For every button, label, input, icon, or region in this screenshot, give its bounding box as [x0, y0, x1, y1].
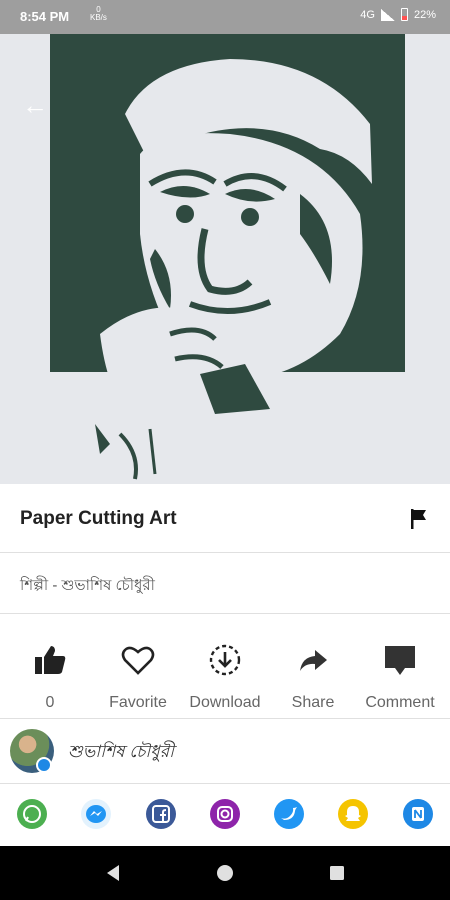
share-label: Share	[291, 694, 335, 711]
paper-cut-portrait	[0, 34, 450, 484]
share-arrow-icon	[295, 642, 331, 678]
download-icon	[207, 642, 243, 678]
favorite-label: Favorite	[109, 694, 167, 711]
snapchat-icon[interactable]	[338, 799, 368, 829]
thumbs-up-icon	[32, 642, 68, 678]
status-time: 8:54 PM	[20, 9, 70, 24]
post-description: শিল্পী - শুভাশিষ চৌধুরী	[20, 577, 155, 594]
notes-icon[interactable]	[403, 799, 433, 829]
status-bar: 8:54 PM 0 KB/s 4G 22%	[0, 0, 450, 34]
flag-icon[interactable]	[406, 506, 432, 532]
comment-button[interactable]: 0 Comment	[355, 614, 445, 718]
like-count: 0	[45, 694, 55, 711]
nav-home-icon[interactable]	[215, 863, 235, 883]
facebook-icon[interactable]	[146, 799, 176, 829]
network-speed-unit: KB/s	[90, 13, 107, 22]
download-label: Download	[189, 694, 261, 711]
battery-level: 22%	[413, 8, 436, 21]
verified-icon	[36, 757, 52, 773]
back-arrow-icon[interactable]: ←	[20, 90, 50, 120]
download-button[interactable]: Download	[180, 614, 270, 718]
comment-count: 0	[397, 634, 405, 646]
comment-label: Comment	[365, 694, 435, 711]
system-nav-bar	[0, 846, 450, 900]
like-button[interactable]: 0	[5, 614, 95, 718]
whatsapp-icon[interactable]	[17, 799, 47, 829]
author-name[interactable]: শুভাশিষ চৌধুরী	[68, 739, 174, 767]
status-right: 4G 22%	[360, 8, 436, 21]
twitter-icon[interactable]	[274, 799, 304, 829]
instagram-icon[interactable]	[210, 799, 240, 829]
signal-icon	[380, 8, 395, 21]
messenger-icon[interactable]	[81, 799, 111, 829]
battery-icon	[400, 8, 408, 21]
title-row: Paper Cutting Art	[0, 484, 450, 553]
favorite-button[interactable]: Favorite	[93, 614, 183, 718]
post-title: Paper Cutting Art	[20, 508, 177, 529]
comment-icon	[382, 642, 418, 678]
nav-recents-icon[interactable]	[327, 863, 347, 883]
heart-icon	[120, 642, 156, 678]
action-bar: 0 Favorite Download Share 0 Comment	[0, 614, 450, 719]
share-apps-bar	[0, 784, 450, 846]
share-button[interactable]: Share	[268, 614, 358, 718]
description-row: শিল্পী - শুভাশিষ চৌধুরী	[0, 553, 450, 614]
nav-back-icon[interactable]	[103, 863, 123, 883]
hero-image[interactable]: ←	[0, 34, 450, 484]
network-type: 4G	[360, 8, 375, 21]
author-row[interactable]: শুভাশিষ চৌধুরী	[0, 719, 450, 784]
network-speed: 0 KB/s	[90, 6, 107, 22]
